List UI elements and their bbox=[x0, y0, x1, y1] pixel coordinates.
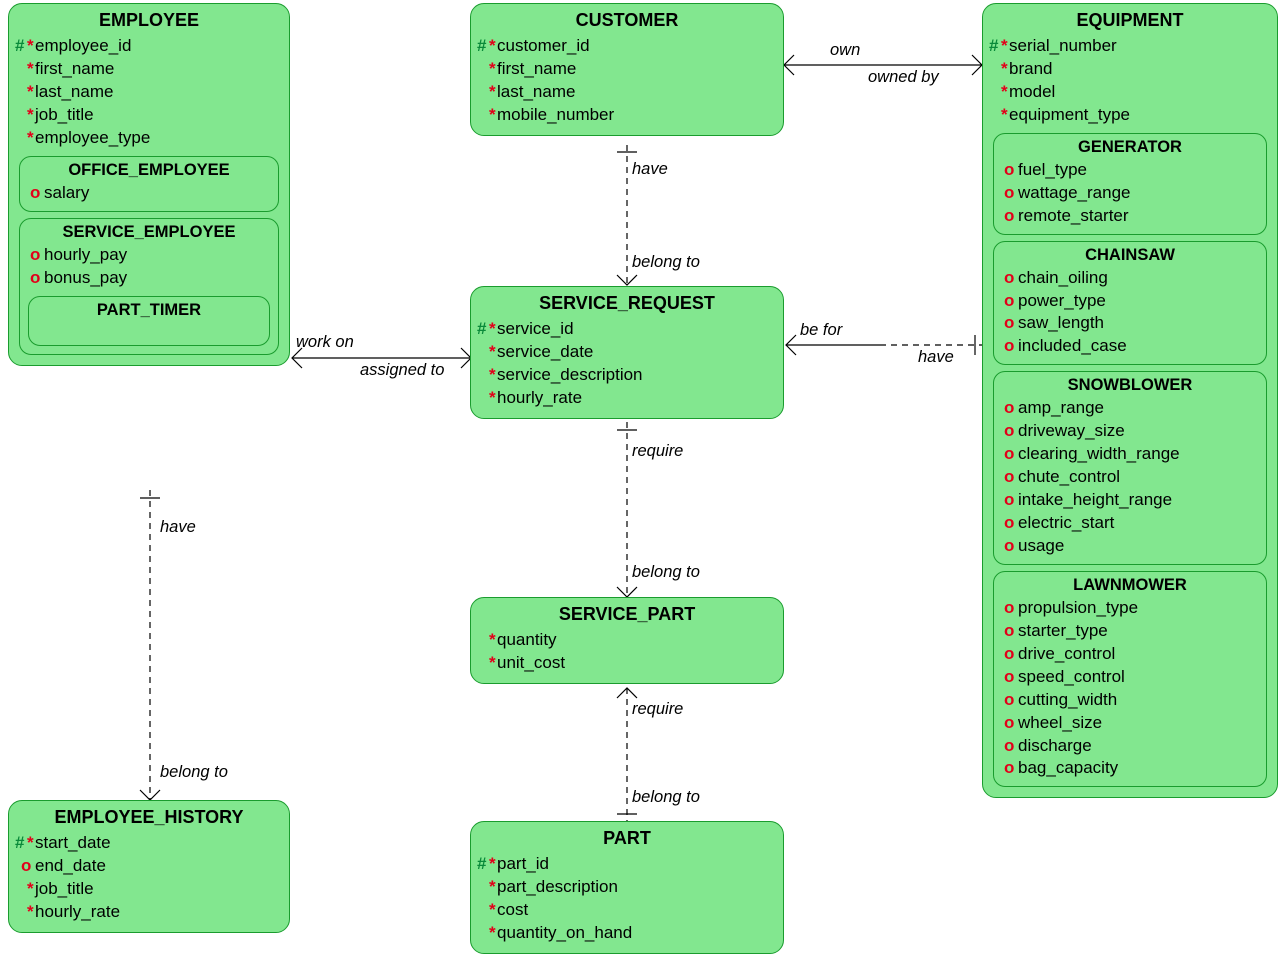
attr: last_name bbox=[497, 82, 575, 101]
attr: service_id bbox=[497, 319, 574, 338]
attr: service_description bbox=[497, 365, 643, 384]
attr: fuel_type bbox=[1018, 160, 1087, 179]
attr: model bbox=[1009, 82, 1055, 101]
attr: hourly_rate bbox=[497, 388, 582, 407]
attr: first_name bbox=[497, 59, 576, 78]
entity-title: SERVICE_EMPLOYEE bbox=[26, 223, 272, 242]
attr: serial_number bbox=[1009, 36, 1117, 55]
rel-work-on: work on bbox=[296, 333, 354, 352]
entity-equipment: EQUIPMENT #*serial_number *brand *model … bbox=[982, 3, 1278, 798]
entity-title: EMPLOYEE bbox=[17, 10, 281, 31]
rel-have: have bbox=[632, 160, 668, 179]
rel-have2: have bbox=[918, 348, 954, 367]
attr: brand bbox=[1009, 59, 1052, 78]
rel-own: own bbox=[830, 41, 860, 60]
attr: cost bbox=[497, 900, 528, 919]
attr: customer_id bbox=[497, 36, 590, 55]
rel-belong-to2: belong to bbox=[632, 563, 700, 582]
entity-title: PART bbox=[479, 828, 775, 849]
attr: clearing_width_range bbox=[1018, 444, 1180, 463]
attr: electric_start bbox=[1018, 513, 1114, 532]
attr: bonus_pay bbox=[44, 268, 127, 287]
entity-lawnmower: LAWNMOWER opropulsion_type ostarter_type… bbox=[993, 571, 1267, 788]
rel-assigned-to: assigned to bbox=[360, 361, 444, 380]
attr: bag_capacity bbox=[1018, 758, 1118, 777]
attr: hourly_pay bbox=[44, 245, 127, 264]
attr: cutting_width bbox=[1018, 690, 1117, 709]
rel-belong-to4: belong to bbox=[160, 763, 228, 782]
attr: part_description bbox=[497, 877, 618, 896]
entity-snowblower: SNOWBLOWER oamp_range odriveway_size ocl… bbox=[993, 371, 1267, 565]
entity-office-employee: OFFICE_EMPLOYEE osalary bbox=[19, 156, 279, 212]
entity-chainsaw: CHAINSAW ochain_oiling opower_type osaw_… bbox=[993, 241, 1267, 366]
attr: driveway_size bbox=[1018, 421, 1125, 440]
attr: last_name bbox=[35, 82, 113, 101]
entity-part: PART #*part_id *part_description *cost *… bbox=[470, 821, 784, 954]
attr: mobile_number bbox=[497, 105, 614, 124]
attr: starter_type bbox=[1018, 621, 1108, 640]
rel-require: require bbox=[632, 442, 683, 461]
attr: saw_length bbox=[1018, 313, 1104, 332]
rel-belong-to: belong to bbox=[632, 253, 700, 272]
attr: job_title bbox=[35, 105, 94, 124]
attr: start_date bbox=[35, 833, 111, 852]
attr: employee_id bbox=[35, 36, 131, 55]
rel-have3: have bbox=[160, 518, 196, 537]
rel-be-for: be for bbox=[800, 321, 842, 340]
attr: equipment_type bbox=[1009, 105, 1130, 124]
attr: salary bbox=[44, 183, 89, 202]
entity-title: CUSTOMER bbox=[479, 10, 775, 31]
attr: propulsion_type bbox=[1018, 598, 1138, 617]
attr: included_case bbox=[1018, 336, 1127, 355]
entity-service-request: SERVICE_REQUEST #*service_id *service_da… bbox=[470, 286, 784, 419]
attr: wheel_size bbox=[1018, 713, 1102, 732]
rel-owned-by: owned by bbox=[868, 68, 939, 87]
attr: chute_control bbox=[1018, 467, 1120, 486]
entity-title: SERVICE_REQUEST bbox=[479, 293, 775, 314]
attr: service_date bbox=[497, 342, 593, 361]
attr: hourly_rate bbox=[35, 902, 120, 921]
attr: amp_range bbox=[1018, 398, 1104, 417]
rel-belong-to3: belong to bbox=[632, 788, 700, 807]
entity-generator: GENERATOR ofuel_type owattage_range orem… bbox=[993, 133, 1267, 235]
attr: job_title bbox=[35, 879, 94, 898]
entity-title: LAWNMOWER bbox=[1000, 576, 1260, 595]
entity-title: SNOWBLOWER bbox=[1000, 376, 1260, 395]
attr: drive_control bbox=[1018, 644, 1115, 663]
attr: intake_height_range bbox=[1018, 490, 1172, 509]
attr: chain_oiling bbox=[1018, 268, 1108, 287]
attr: end_date bbox=[35, 856, 106, 875]
entity-title: PART_TIMER bbox=[35, 301, 263, 320]
entity-title: SERVICE_PART bbox=[479, 604, 775, 625]
entity-customer: CUSTOMER #*customer_id *first_name *last… bbox=[470, 3, 784, 136]
attr: part_id bbox=[497, 854, 549, 873]
attr: wattage_range bbox=[1018, 183, 1130, 202]
attr: first_name bbox=[35, 59, 114, 78]
attr: employee_type bbox=[35, 128, 150, 147]
attr: unit_cost bbox=[497, 653, 565, 672]
entity-title: GENERATOR bbox=[1000, 138, 1260, 157]
entity-service-part: SERVICE_PART *quantity *unit_cost bbox=[470, 597, 784, 684]
entity-title: CHAINSAW bbox=[1000, 246, 1260, 265]
entity-title: EQUIPMENT bbox=[991, 10, 1269, 31]
attr: speed_control bbox=[1018, 667, 1125, 686]
attr: usage bbox=[1018, 536, 1064, 555]
rel-require2: require bbox=[632, 700, 683, 719]
attr: quantity bbox=[497, 630, 557, 649]
attr: remote_starter bbox=[1018, 206, 1129, 225]
entity-service-employee: SERVICE_EMPLOYEE ohourly_pay obonus_pay … bbox=[19, 218, 279, 355]
entity-title: OFFICE_EMPLOYEE bbox=[26, 161, 272, 180]
attr: quantity_on_hand bbox=[497, 923, 632, 942]
attr: power_type bbox=[1018, 291, 1106, 310]
attr: discharge bbox=[1018, 736, 1092, 755]
entity-employee: EMPLOYEE #*employee_id *first_name *last… bbox=[8, 3, 290, 366]
entity-part-timer: PART_TIMER bbox=[28, 296, 270, 346]
entity-employee-history: EMPLOYEE_HISTORY #*start_date oend_date … bbox=[8, 800, 290, 933]
entity-title: EMPLOYEE_HISTORY bbox=[17, 807, 281, 828]
